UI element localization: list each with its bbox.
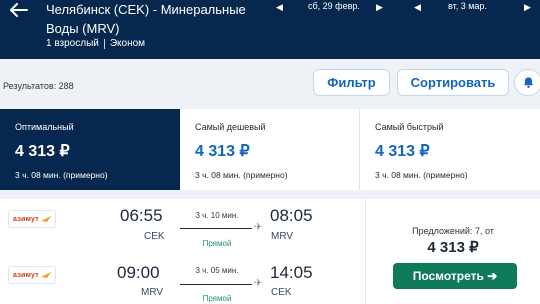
view-offer-button[interactable]: Посмотреть ➔	[393, 263, 517, 289]
airline-name: азимут	[12, 271, 40, 279]
plane-icon: ✈	[254, 278, 263, 289]
depart-date-selector[interactable]: ◀ сб, 29 февр. ▶	[272, 0, 392, 16]
passenger-summary[interactable]: 1 взрослый Эконом	[46, 38, 145, 49]
passenger-count: 1 взрослый	[46, 38, 99, 49]
route-line	[180, 284, 252, 285]
cabin-class: Эконом	[109, 38, 146, 49]
sort-button[interactable]: Сортировать	[397, 69, 509, 96]
route-title[interactable]: Челябинск (CEK) - Минеральные Воды (MRV)	[46, 0, 276, 38]
tab-duration: 3 ч. 08 мин. (примерно)	[375, 170, 468, 180]
tab-label: Самый быстрый	[375, 122, 444, 132]
departure-time: 09:00	[117, 263, 160, 282]
airline-name: азимут	[12, 215, 40, 223]
offer-price: 4 313 ₽	[427, 239, 479, 256]
tab-label: Оптимальный	[15, 122, 74, 132]
filter-button[interactable]: Фильтр	[313, 69, 390, 96]
tab-price: 4 313 ₽	[375, 143, 430, 160]
tab-optimal[interactable]: Оптимальный 4 313 ₽ 3 ч. 08 мин. (пример…	[0, 109, 180, 190]
chevron-left-icon[interactable]: ◀	[414, 2, 421, 13]
airline-mark-icon	[41, 272, 52, 278]
plane-icon: ✈	[254, 222, 263, 233]
stops-label: Прямой	[202, 239, 232, 248]
departure-airport: CEK	[144, 231, 165, 242]
arrival-airport: CEK	[271, 287, 292, 298]
departure-time: 06:55	[120, 206, 163, 225]
route-line	[180, 228, 252, 229]
airline-mark-icon	[41, 216, 52, 222]
arrival-time: 14:05	[270, 263, 313, 282]
tab-duration: 3 ч. 08 мин. (примерно)	[195, 170, 288, 180]
flight-duration: 3 ч. 05 мин.	[195, 266, 239, 275]
airline-logo: азимут	[8, 210, 56, 228]
departure-airport: MRV	[141, 287, 164, 298]
results-count: Результатов: 288	[3, 81, 74, 91]
chevron-right-icon[interactable]: ▶	[524, 2, 531, 13]
chevron-left-icon[interactable]: ◀	[276, 2, 283, 13]
chevron-right-icon[interactable]: ▶	[376, 2, 383, 13]
tab-label: Самый дешевый	[195, 122, 266, 132]
return-date: вт, 3 мар.	[448, 1, 487, 11]
return-date-selector[interactable]: ◀ вт, 3 мар. ▶	[410, 0, 540, 16]
sort-tabs: Оптимальный 4 313 ₽ 3 ч. 08 мин. (пример…	[0, 109, 540, 190]
back-arrow-icon[interactable]	[10, 3, 28, 17]
tab-cheapest[interactable]: Самый дешевый 4 313 ₽ 3 ч. 08 мин. (прим…	[180, 109, 360, 190]
stops-label: Прямой	[202, 294, 232, 303]
bell-icon	[523, 77, 533, 88]
depart-date: сб, 29 февр.	[308, 1, 360, 11]
tab-price: 4 313 ₽	[15, 143, 70, 160]
divider	[103, 38, 105, 49]
arrival-time: 08:05	[270, 206, 313, 225]
price-alert-button[interactable]	[514, 69, 540, 96]
airline-logo: азимут	[8, 266, 56, 284]
offers-count: Предложений: 7, от	[412, 226, 494, 236]
arrival-airport: MRV	[271, 231, 294, 242]
tab-fastest[interactable]: Самый быстрый 4 313 ₽ 3 ч. 08 мин. (прим…	[360, 109, 540, 190]
search-header: Челябинск (CEK) - Минеральные Воды (MRV)…	[0, 0, 540, 59]
tab-price: 4 313 ₽	[195, 143, 250, 160]
flight-duration: 3 ч. 10 мин.	[195, 211, 239, 220]
tab-duration: 3 ч. 08 мин. (примерно)	[15, 170, 108, 180]
